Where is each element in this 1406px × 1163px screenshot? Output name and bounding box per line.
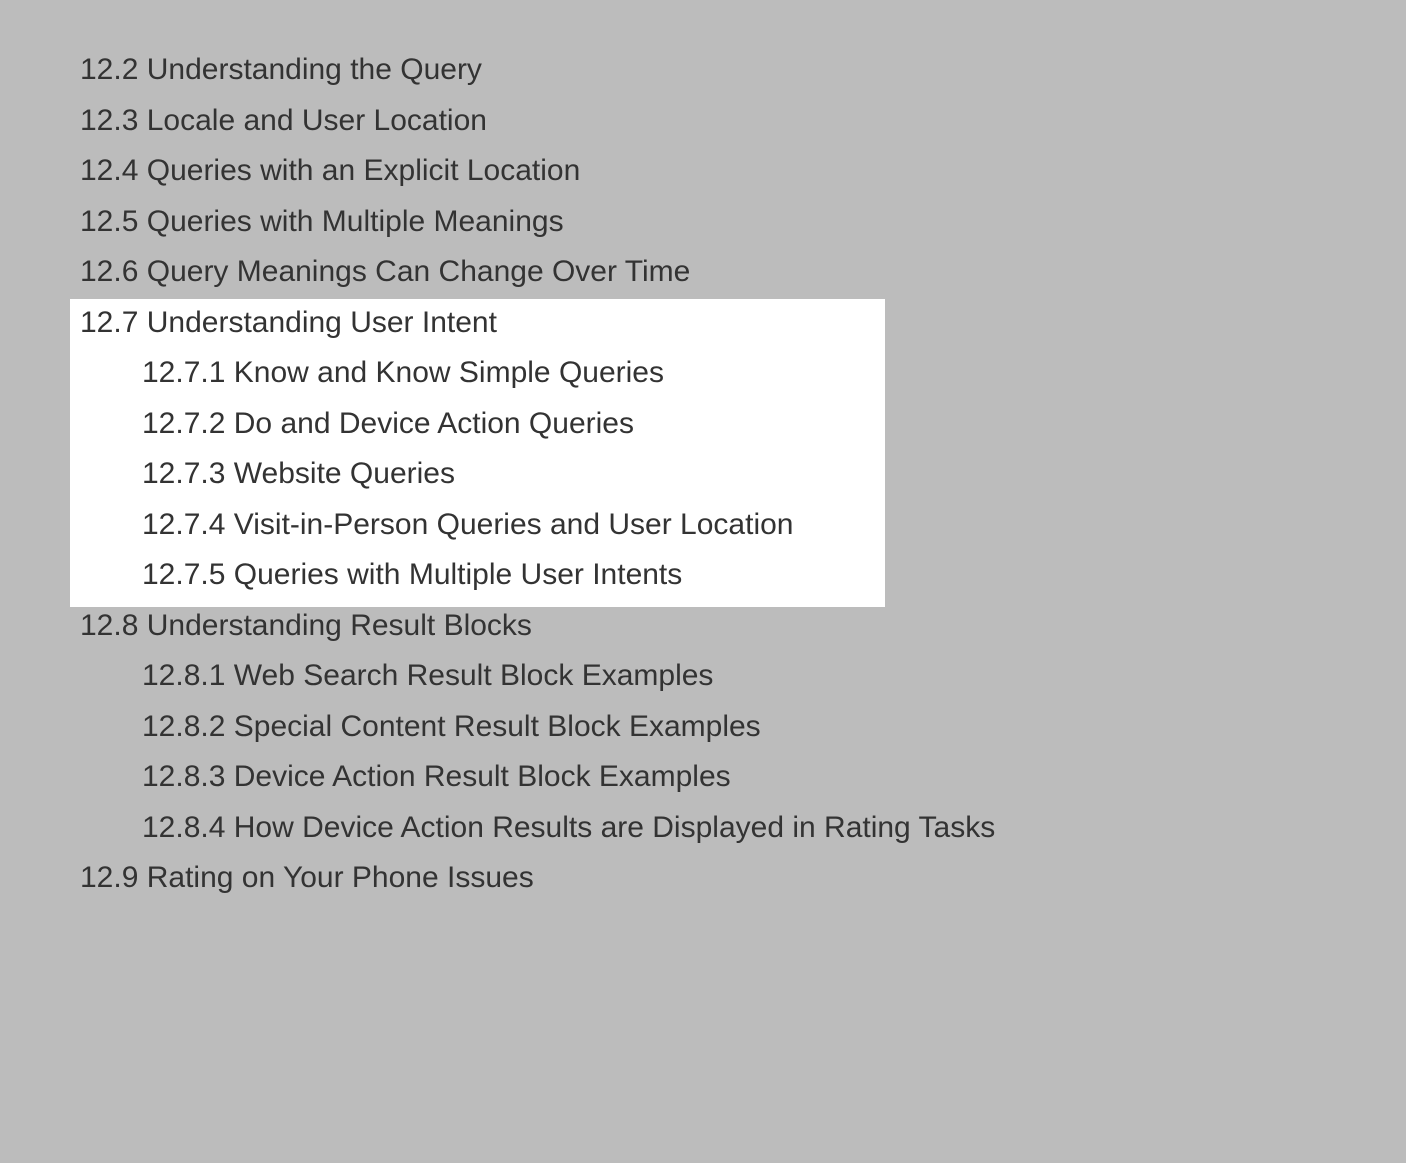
- toc-entry[interactable]: 12.3 Locale and User Location: [80, 101, 1406, 142]
- toc-subentry[interactable]: 12.7.2 Do and Device Action Queries: [142, 404, 1406, 445]
- toc-number: 12.7.3: [142, 457, 225, 490]
- toc-subentry[interactable]: 12.8.2 Special Content Result Block Exam…: [142, 707, 1406, 748]
- toc-entry[interactable]: 12.4 Queries with an Explicit Location: [80, 151, 1406, 192]
- table-of-contents: 12.2 Understanding the Query 12.3 Locale…: [80, 50, 1406, 899]
- toc-subentry[interactable]: 12.7.3 Website Queries: [142, 454, 1406, 495]
- toc-entry[interactable]: 12.9 Rating on Your Phone Issues: [80, 858, 1406, 899]
- toc-title: Know and Know Simple Queries: [234, 356, 664, 389]
- toc-title: Special Content Result Block Examples: [234, 710, 761, 743]
- toc-title: Queries with Multiple User Intents: [234, 558, 683, 591]
- toc-subentry[interactable]: 12.7.4 Visit-in-Person Queries and User …: [142, 505, 1406, 546]
- toc-subentry[interactable]: 12.7.1 Know and Know Simple Queries: [142, 353, 1406, 394]
- toc-subentry[interactable]: 12.7.5 Queries with Multiple User Intent…: [142, 555, 1406, 596]
- toc-number: 12.2: [80, 53, 138, 86]
- toc-number: 12.3: [80, 104, 138, 137]
- toc-number: 12.5: [80, 205, 138, 238]
- toc-title: Device Action Result Block Examples: [234, 760, 731, 793]
- toc-number: 12.8.4: [142, 811, 225, 844]
- toc-number: 12.7.1: [142, 356, 225, 389]
- toc-number: 12.7: [80, 306, 138, 339]
- toc-title: Locale and User Location: [147, 104, 487, 137]
- toc-entry[interactable]: 12.6 Query Meanings Can Change Over Time: [80, 252, 1406, 293]
- toc-title: Rating on Your Phone Issues: [147, 861, 534, 894]
- toc-title: Queries with an Explicit Location: [147, 154, 581, 187]
- toc-entry[interactable]: 12.8 Understanding Result Blocks: [80, 606, 1406, 647]
- toc-subentry[interactable]: 12.8.1 Web Search Result Block Examples: [142, 656, 1406, 697]
- toc-number: 12.8.2: [142, 710, 225, 743]
- toc-title: Do and Device Action Queries: [234, 407, 634, 440]
- toc-title: Understanding Result Blocks: [147, 609, 532, 642]
- toc-number: 12.8.1: [142, 659, 225, 692]
- toc-number: 12.8.3: [142, 760, 225, 793]
- toc-title: Queries with Multiple Meanings: [147, 205, 564, 238]
- toc-number: 12.7.4: [142, 508, 225, 541]
- toc-number: 12.9: [80, 861, 138, 894]
- toc-title: Query Meanings Can Change Over Time: [147, 255, 691, 288]
- toc-title: How Device Action Results are Displayed …: [234, 811, 995, 844]
- toc-number: 12.4: [80, 154, 138, 187]
- toc-entry[interactable]: 12.2 Understanding the Query: [80, 50, 1406, 91]
- toc-subentry[interactable]: 12.8.3 Device Action Result Block Exampl…: [142, 757, 1406, 798]
- toc-subentry[interactable]: 12.8.4 How Device Action Results are Dis…: [142, 808, 1406, 849]
- toc-entry[interactable]: 12.5 Queries with Multiple Meanings: [80, 202, 1406, 243]
- toc-title: Web Search Result Block Examples: [234, 659, 714, 692]
- toc-title: Visit-in-Person Queries and User Locatio…: [234, 508, 794, 541]
- toc-title: Understanding User Intent: [147, 306, 497, 339]
- toc-number: 12.7.2: [142, 407, 225, 440]
- toc-number: 12.6: [80, 255, 138, 288]
- toc-title: Understanding the Query: [147, 53, 482, 86]
- toc-entry[interactable]: 12.7 Understanding User Intent: [80, 303, 1406, 344]
- toc-number: 12.7.5: [142, 558, 225, 591]
- toc-title: Website Queries: [234, 457, 455, 490]
- toc-number: 12.8: [80, 609, 138, 642]
